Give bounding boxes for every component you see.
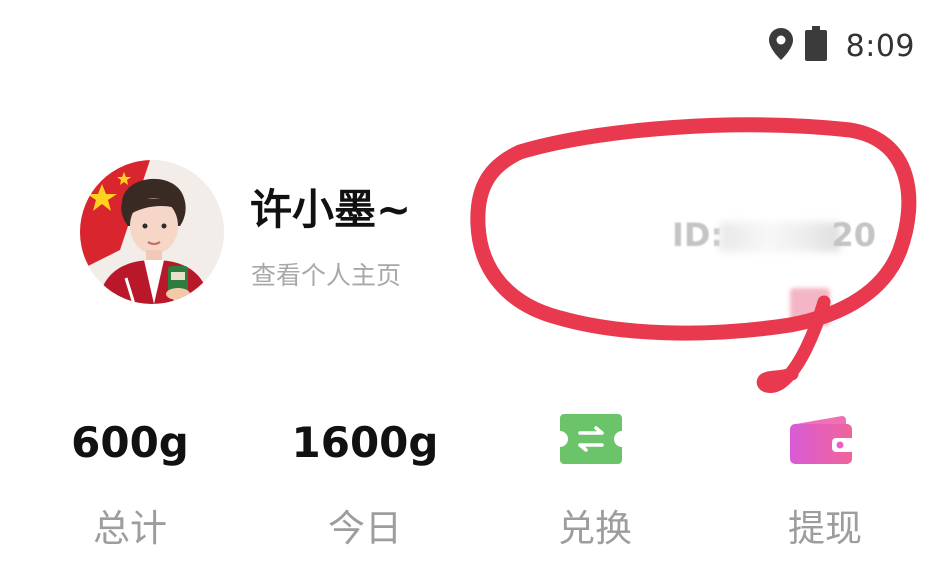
location-pin-icon xyxy=(768,27,794,65)
user-id-suffix: 20 xyxy=(831,216,876,254)
view-profile-link[interactable]: 查看个人主页 xyxy=(251,256,401,292)
total-amount: 600g xyxy=(71,418,189,467)
total-label: 总计 xyxy=(93,507,167,550)
status-time: 8:09 xyxy=(845,28,915,64)
today-label: 今日 xyxy=(328,507,402,550)
wallet-icon[interactable] xyxy=(790,414,854,464)
exchange-ticket-icon[interactable] xyxy=(560,414,622,464)
today-amount: 1600g xyxy=(291,418,439,467)
status-bar: 8:09 xyxy=(768,24,915,68)
user-id-prefix: ID: xyxy=(672,216,724,254)
withdraw-button[interactable]: 提现 xyxy=(750,498,900,552)
redaction-blur xyxy=(720,222,840,252)
battery-icon xyxy=(804,26,828,66)
user-id: ID: 20 xyxy=(670,212,880,258)
exchange-button[interactable]: 兑换 xyxy=(520,498,670,552)
profile-screen: 8:09 许小墨~ 查看个人主页 ID: 20 600g 总计 1600g 今日… xyxy=(0,0,933,566)
redaction-blur-badge xyxy=(790,288,830,326)
username: 许小墨~ xyxy=(250,185,412,234)
avatar[interactable] xyxy=(80,160,224,304)
